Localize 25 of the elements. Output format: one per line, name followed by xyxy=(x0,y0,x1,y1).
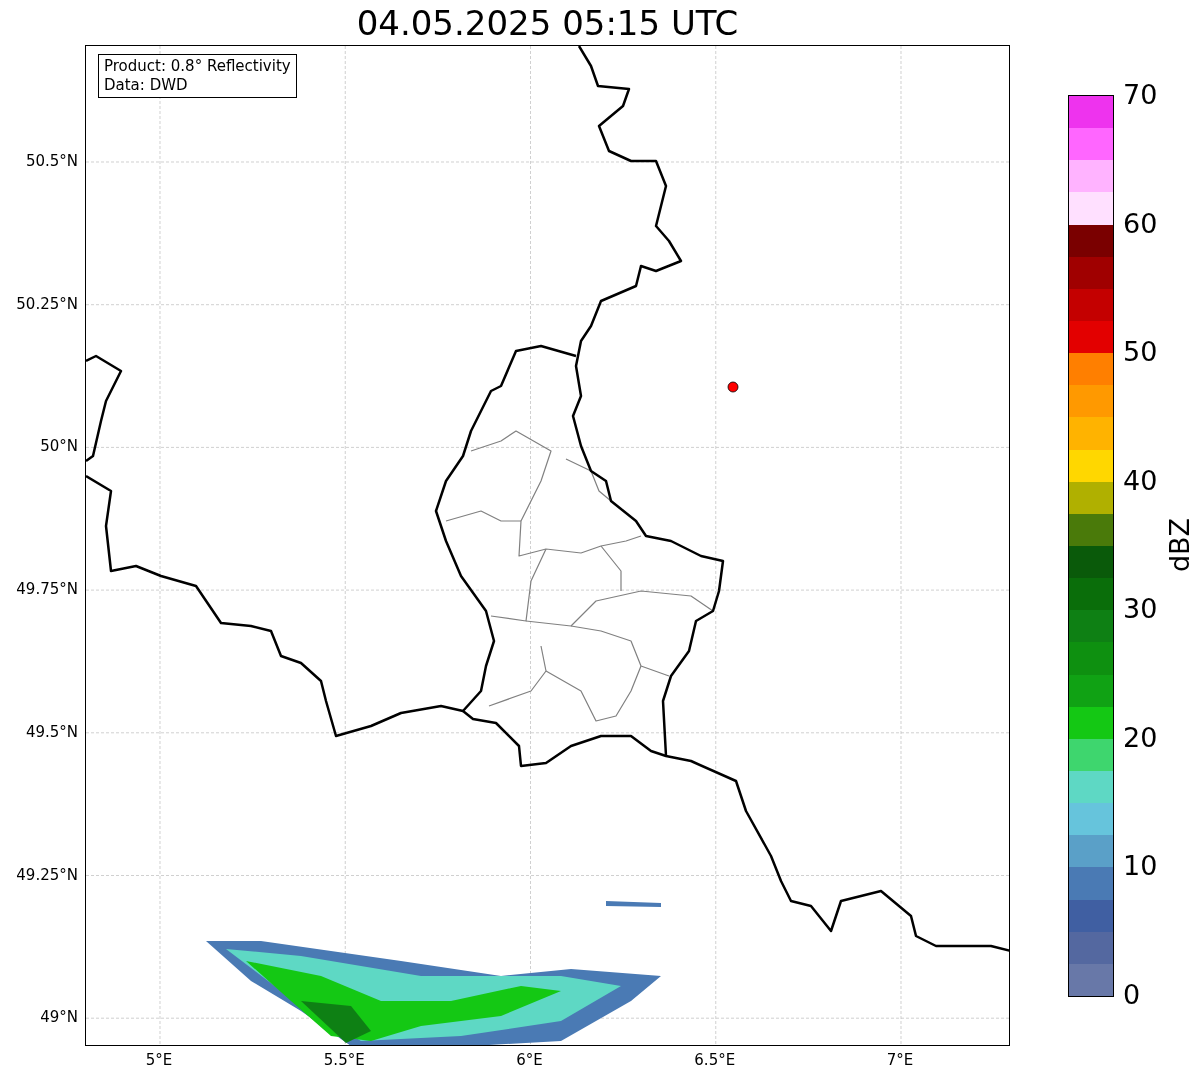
chart-title: 04.05.2025 05:15 UTC xyxy=(356,2,739,44)
colorbar-axis-label: dBZ xyxy=(1165,517,1195,573)
longitude-label: 6.5°E xyxy=(694,1051,736,1069)
colorbar-tick-label: 20 xyxy=(1123,722,1158,753)
latitude-label: 50.5°N xyxy=(25,152,78,170)
latitude-label: 49.75°N xyxy=(16,580,78,599)
colorbar-tick-label: 50 xyxy=(1123,337,1158,368)
radar-site-marker xyxy=(727,381,739,393)
longitude-label: 6°E xyxy=(516,1051,543,1069)
longitude-label: 5°E xyxy=(145,1051,173,1069)
colorbar-tick-label: 0 xyxy=(1123,980,1141,1010)
colorbar-tick-label: 10 xyxy=(1123,851,1158,882)
longitude-label: 5.5°E xyxy=(323,1051,365,1069)
longitude-label: 7°E xyxy=(886,1051,914,1069)
info-text: Product: 0.8° Reflectivity xyxy=(104,57,291,76)
info-text: Data: DWD xyxy=(104,76,189,95)
latitude-label: 50°N xyxy=(40,437,78,456)
colorbar-tick-label: 40 xyxy=(1123,465,1158,496)
latitude-label: 49.5°N xyxy=(25,722,78,741)
latitude-label: 50.25°N xyxy=(16,294,78,313)
colorbar-tick-label: 70 xyxy=(1123,80,1158,110)
latitude-label: 49°N xyxy=(40,1008,78,1027)
colorbar-tick-label: 30 xyxy=(1123,594,1158,625)
colorbar-tick-label: 60 xyxy=(1123,208,1158,239)
latitude-label: 49.25°N xyxy=(16,865,78,884)
